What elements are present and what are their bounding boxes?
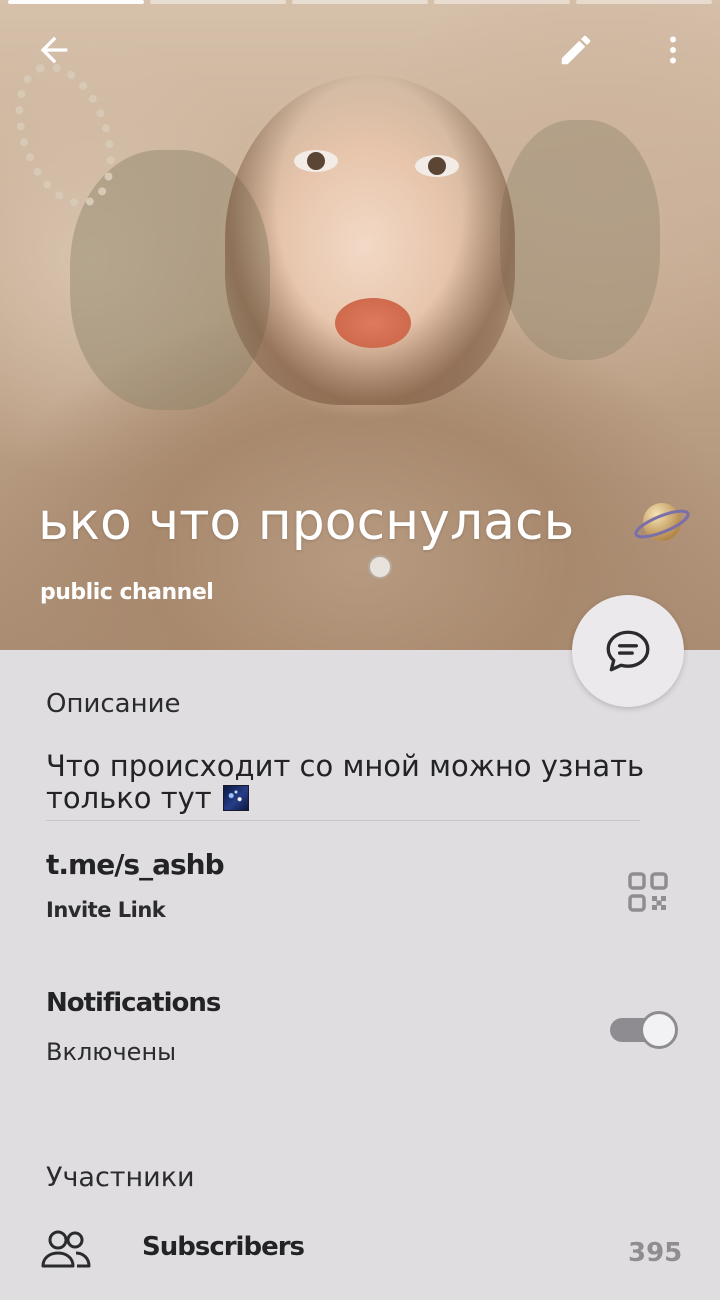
notifications-status: Включены bbox=[46, 1038, 177, 1066]
cover-photo-detail bbox=[415, 155, 459, 177]
cover-photo-detail bbox=[335, 298, 411, 348]
people-icon bbox=[41, 1230, 91, 1268]
channel-title: ько что проснулась bbox=[38, 492, 575, 552]
toggle-knob bbox=[640, 1011, 678, 1049]
edit-button[interactable] bbox=[548, 22, 604, 78]
notifications-title: Notifications bbox=[46, 988, 221, 1018]
cover-photo-detail bbox=[500, 120, 660, 360]
story-progress-segment bbox=[576, 0, 712, 4]
back-button[interactable] bbox=[26, 22, 82, 78]
more-options-button[interactable] bbox=[645, 22, 701, 78]
channel-description: Что происходит со мной можно узнать толь… bbox=[46, 750, 666, 814]
story-progress-segment bbox=[434, 0, 570, 4]
members-heading: Участники bbox=[46, 1162, 195, 1193]
story-progress-segment bbox=[150, 0, 286, 4]
divider bbox=[46, 820, 640, 821]
notifications-toggle[interactable] bbox=[608, 1010, 680, 1050]
cover-photo-detail bbox=[225, 75, 515, 405]
subscribers-row[interactable]: Subscribers bbox=[142, 1232, 305, 1262]
chat-bubble-icon bbox=[606, 630, 650, 672]
invite-link[interactable]: t.me/s_ashb bbox=[46, 848, 225, 881]
cover-photo-detail bbox=[294, 150, 338, 172]
milky-way-icon bbox=[222, 785, 249, 811]
description-heading: Описание bbox=[46, 689, 181, 719]
open-discussion-button[interactable] bbox=[572, 595, 684, 707]
qr-code-icon bbox=[628, 872, 668, 912]
arrow-left-icon bbox=[40, 36, 68, 64]
qr-code-button[interactable] bbox=[622, 866, 674, 918]
story-progress-segment bbox=[8, 0, 144, 4]
subscribers-count: 395 bbox=[628, 1238, 683, 1268]
channel-title-area: ько что проснулась bbox=[0, 480, 720, 560]
pencil-icon bbox=[561, 35, 591, 65]
channel-description-text: Что происходит со мной можно узнать толь… bbox=[46, 749, 645, 815]
invite-link-label: Invite Link bbox=[46, 898, 166, 922]
story-progress-bar bbox=[8, 0, 712, 5]
more-vertical-icon bbox=[670, 36, 676, 64]
story-progress-segment bbox=[292, 0, 428, 4]
ringed-planet-icon bbox=[634, 503, 690, 541]
channel-type-label: public channel bbox=[40, 580, 214, 605]
